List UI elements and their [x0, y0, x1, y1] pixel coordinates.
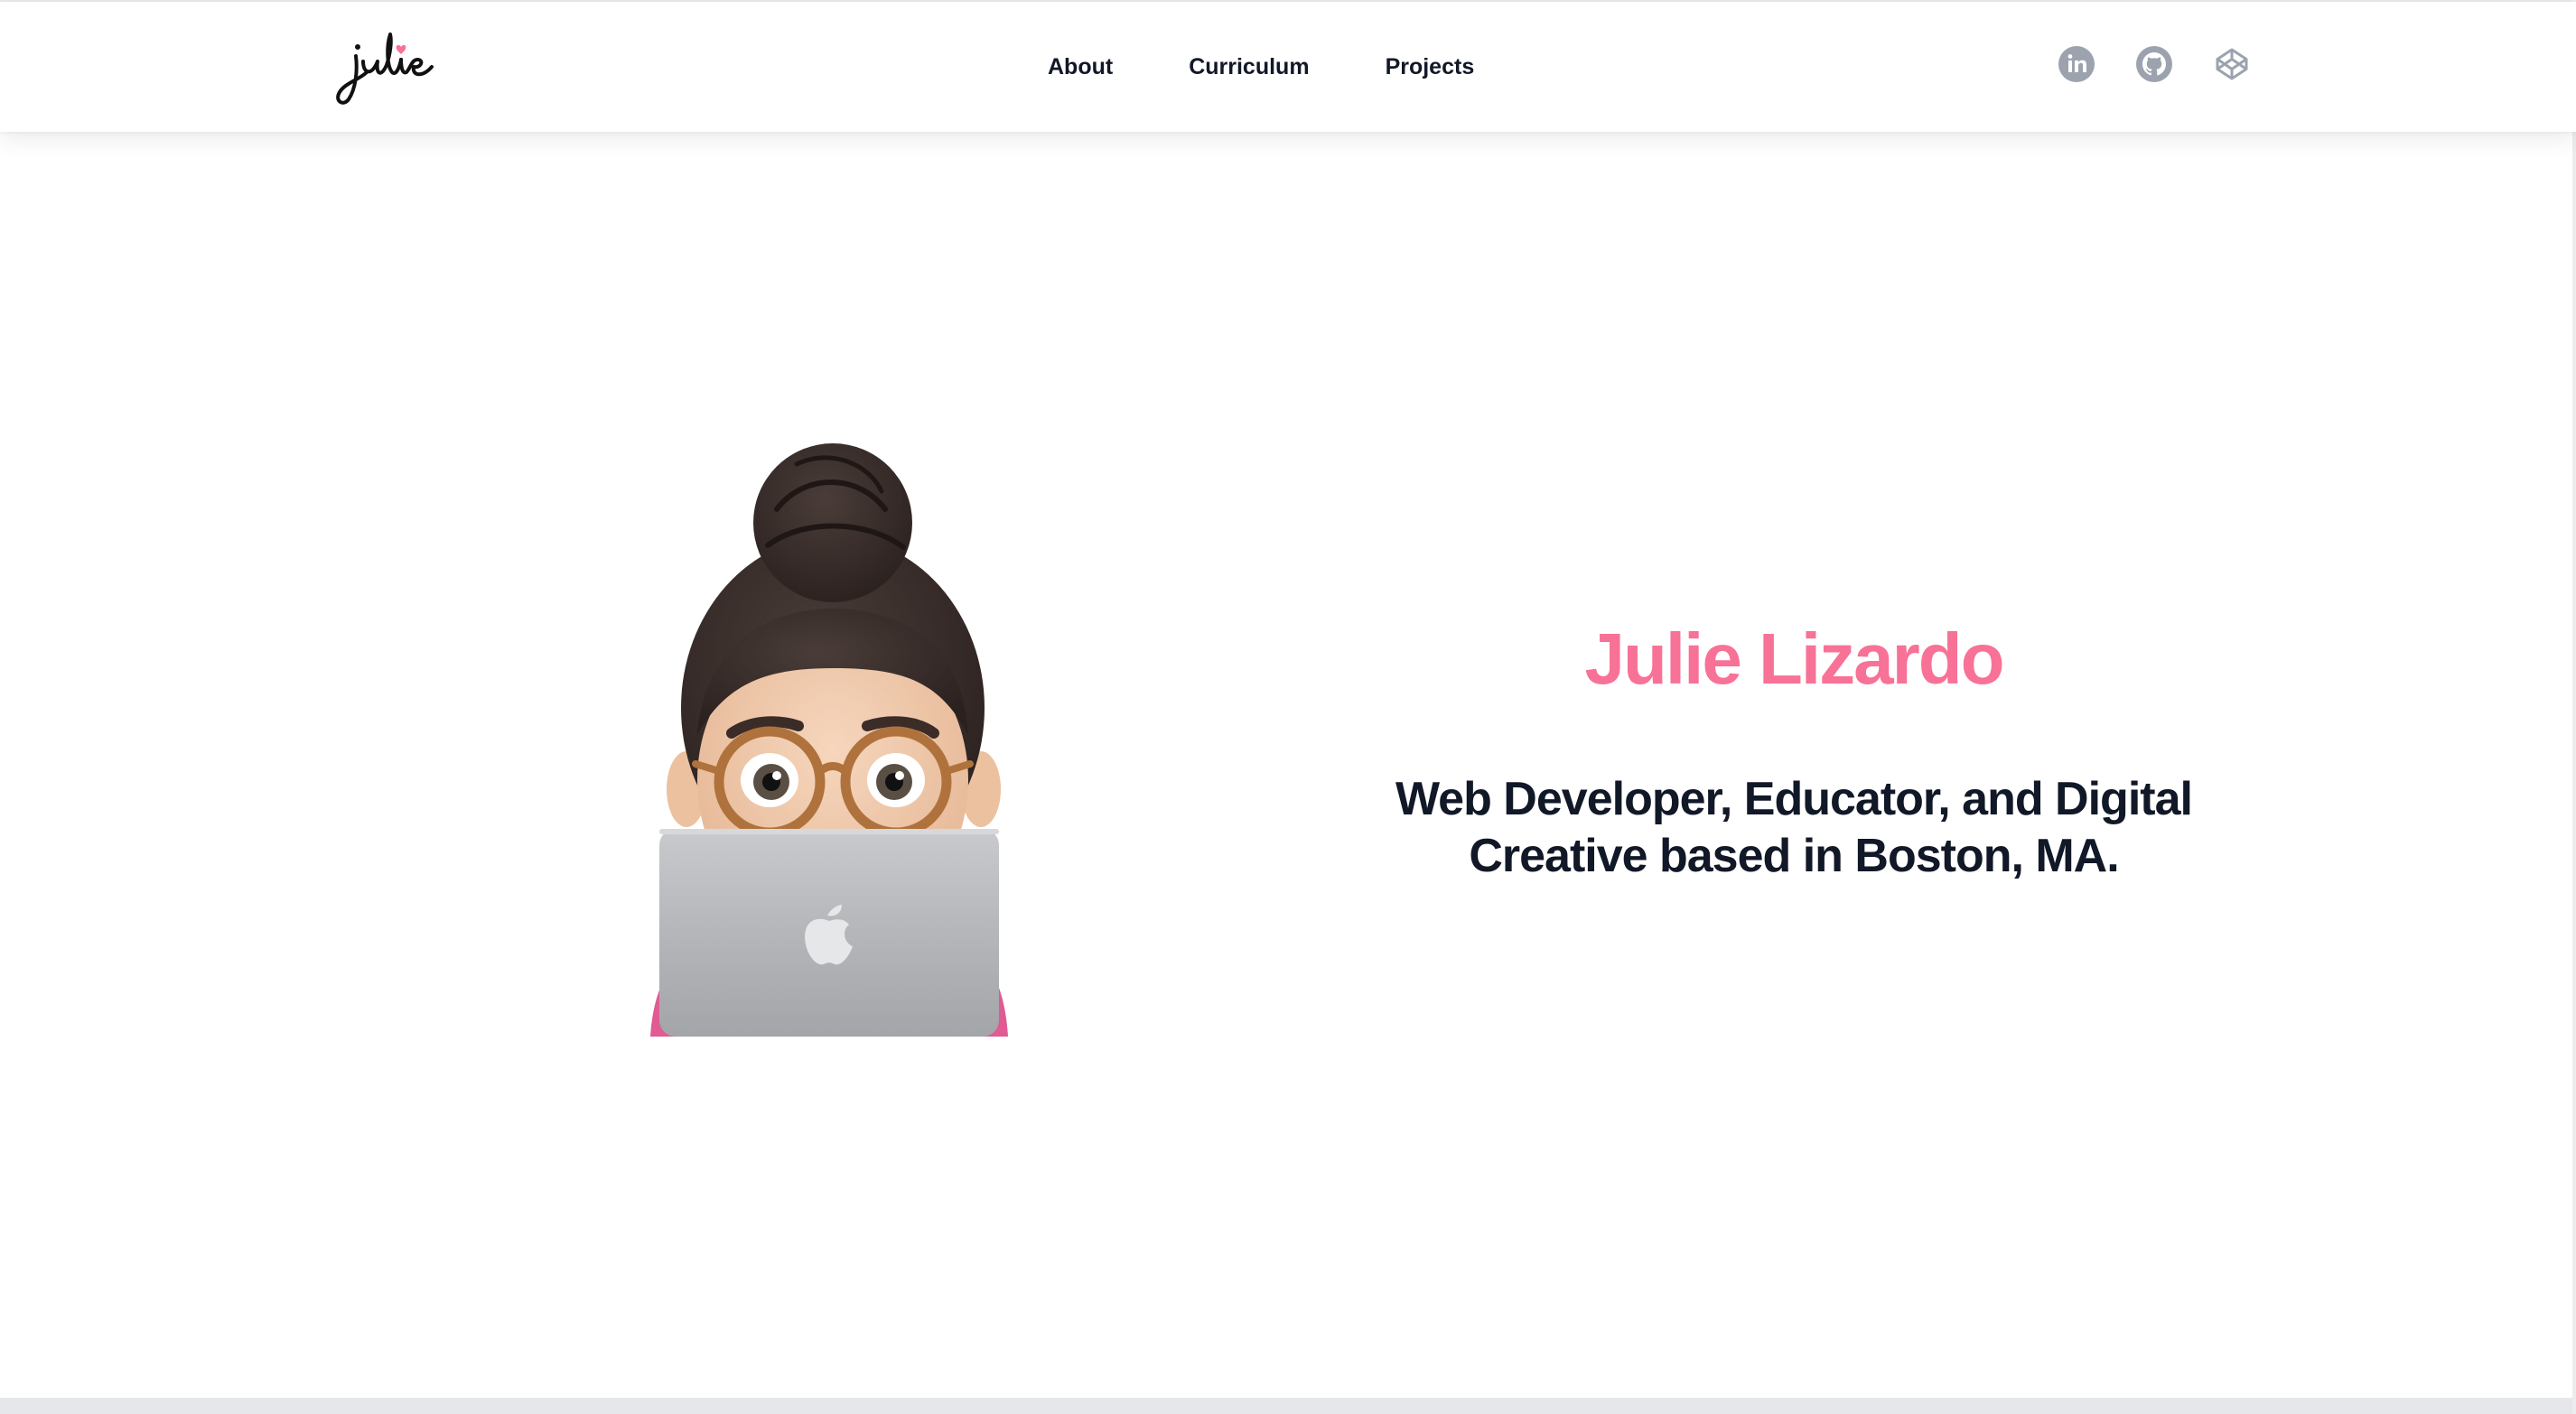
logo-link[interactable] [336, 29, 435, 108]
vertical-scrollbar[interactable] [2572, 0, 2576, 1414]
hero-tagline: Web Developer, Educator, and Digital Cre… [1395, 773, 2193, 882]
nav-link-curriculum[interactable]: Curriculum [1189, 54, 1309, 80]
github-link[interactable] [2135, 45, 2173, 83]
page: About Curriculum Projects Julie Lizardo … [0, 0, 2576, 1414]
linkedin-link[interactable] [2058, 45, 2095, 83]
social-links [2058, 45, 2251, 83]
nav-link-about[interactable]: About [1048, 54, 1113, 80]
julie-logo [336, 33, 434, 105]
bottom-edge [0, 1398, 2576, 1414]
site-header: About Curriculum Projects [0, 2, 2576, 132]
hero-avatar [632, 437, 1026, 1037]
github-icon [2136, 46, 2172, 82]
hero-name: Julie Lizardo [1584, 619, 2005, 699]
main-nav: About Curriculum Projects [1048, 2, 1474, 132]
hero-intro: Julie Lizardo Web Developer, Educator, a… [1333, 614, 2254, 885]
codepen-icon [2216, 48, 2248, 80]
nav-link-projects[interactable]: Projects [1386, 54, 1475, 80]
codepen-link[interactable] [2213, 45, 2251, 83]
linkedin-icon [2058, 46, 2095, 82]
memoji-avatar-image [650, 443, 1008, 1037]
